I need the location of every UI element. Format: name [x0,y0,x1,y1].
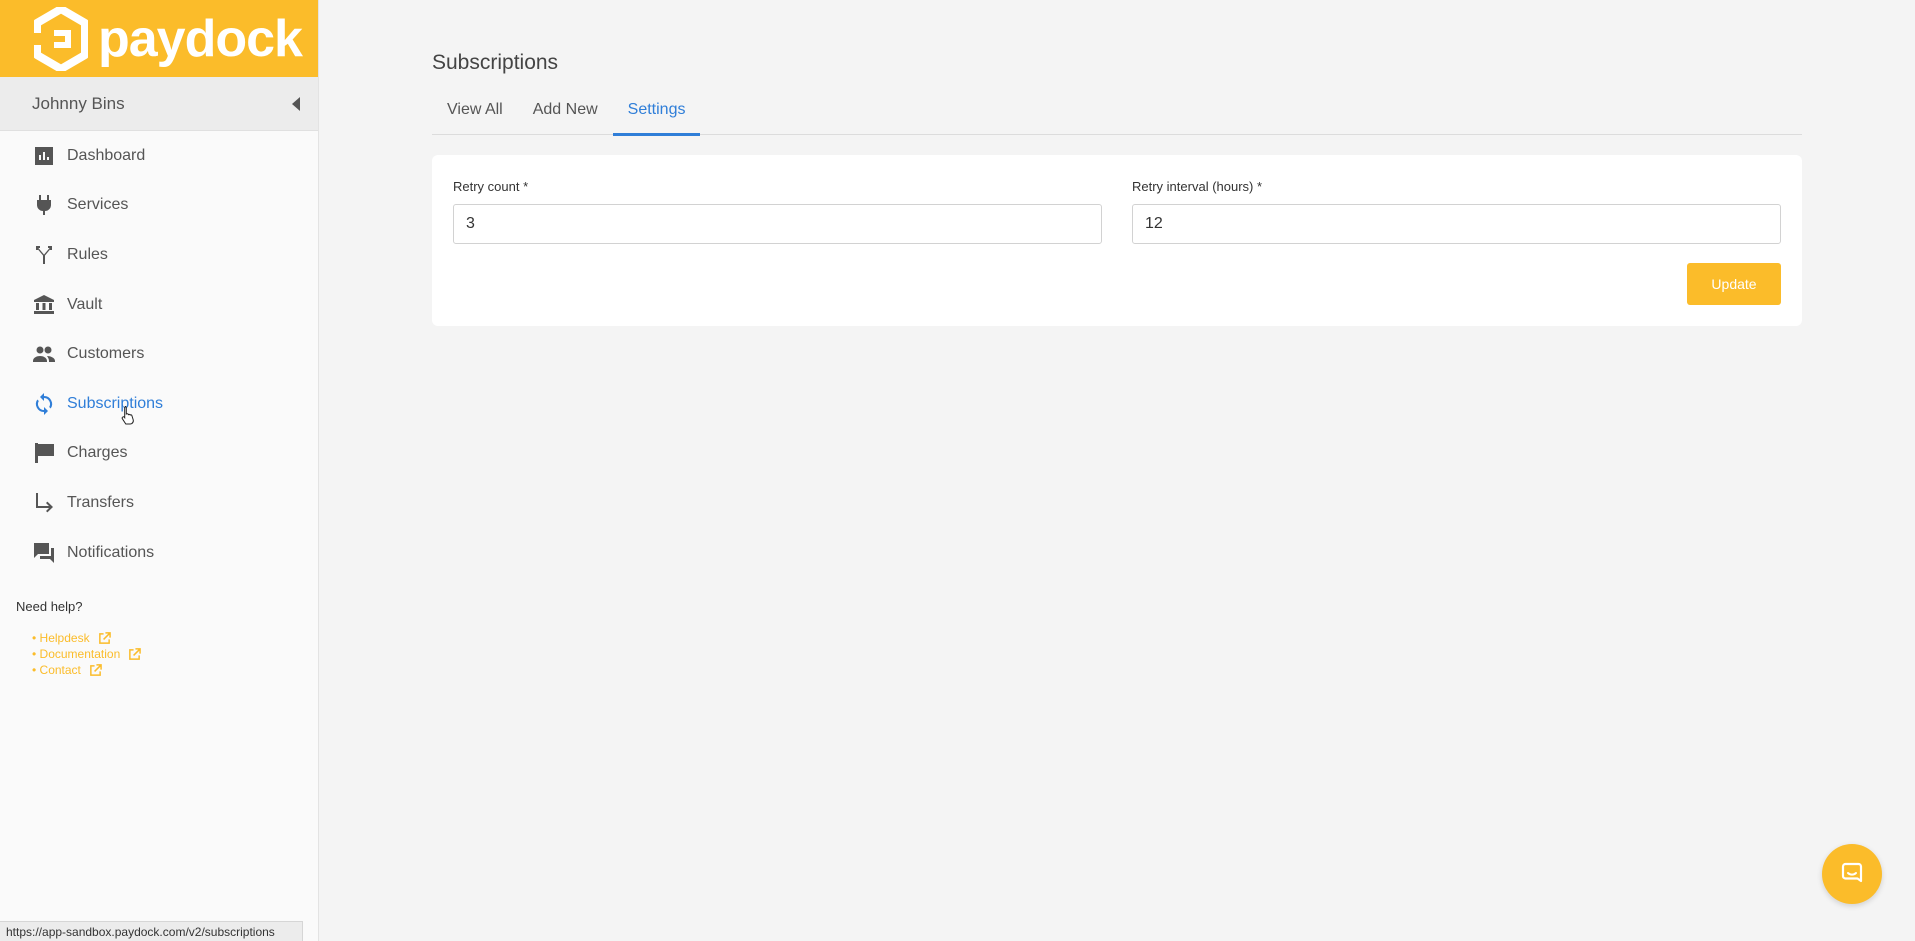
tab-add-new[interactable]: Add New [518,95,613,135]
sidebar-item-vault[interactable]: Vault [0,280,318,330]
sidebar-item-services[interactable]: Services [0,181,318,231]
external-link-icon [89,664,102,677]
help-link-helpdesk[interactable]: • Helpdesk [32,630,318,646]
sidebar-item-notifications[interactable]: Notifications [0,528,318,578]
tab-view-all[interactable]: View All [432,95,518,135]
sidebar-item-dashboard[interactable]: Dashboard [0,131,318,181]
page-title: Subscriptions [432,51,559,74]
retry-interval-field: Retry interval (hours) * [1132,179,1781,244]
sidebar-item-label: Services [67,196,129,214]
tab-bar: View All Add New Settings [432,95,1802,136]
chat-bubbles-icon [32,541,56,565]
chat-launcher-button[interactable] [1822,844,1882,904]
external-link-icon [98,632,111,645]
pointer-cursor-icon [121,406,134,425]
paydock-logo-icon [34,6,88,71]
sidebar: paydock Johnny Bins Dashboard Services R… [0,0,319,941]
tab-settings[interactable]: Settings [612,95,701,136]
user-bar[interactable]: Johnny Bins [0,77,318,131]
help-link-documentation[interactable]: • Documentation [32,646,318,662]
help-link-label: • Documentation [32,647,121,662]
external-link-icon [128,648,142,661]
sidebar-nav: Dashboard Services Rules Vault Customers [0,131,318,577]
settings-card: Retry count * Retry interval (hours) * U… [432,155,1802,326]
plug-icon [32,193,56,217]
sidebar-item-label: Subscriptions [67,394,164,412]
brand-name: paydock [98,9,303,68]
retry-interval-label: Retry interval (hours) * [1132,179,1263,194]
flag-icon [32,441,56,465]
sidebar-item-label: Transfers [67,493,134,511]
arrow-turn-icon [32,491,56,515]
help-links: • Helpdesk • Documentation • Contact [0,630,318,678]
chat-bubble-icon [1841,862,1863,883]
sidebar-item-label: Vault [67,295,103,313]
collapse-sidebar-icon[interactable] [292,96,300,111]
user-name: Johnny Bins [32,93,125,113]
sidebar-item-charges[interactable]: Charges [0,429,318,479]
sidebar-item-label: Customers [67,345,145,363]
sidebar-item-label: Notifications [67,543,155,561]
logo-bar[interactable]: paydock [0,0,318,77]
fork-icon [32,243,56,267]
bar-chart-icon [32,144,56,168]
sidebar-item-transfers[interactable]: Transfers [0,478,318,528]
refresh-icon [32,392,56,416]
help-link-label: • Contact [32,663,81,678]
sidebar-item-rules[interactable]: Rules [0,230,318,280]
sidebar-item-label: Dashboard [67,146,146,164]
help-link-contact[interactable]: • Contact [32,662,318,678]
retry-interval-input[interactable] [1132,204,1781,244]
sidebar-item-label: Charges [67,444,128,462]
sidebar-item-customers[interactable]: Customers [0,329,318,379]
retry-count-input[interactable] [453,204,1102,244]
help-link-label: • Helpdesk [32,631,90,646]
bank-icon [32,293,56,317]
retry-count-field: Retry count * [453,179,1102,244]
retry-count-label: Retry count * [453,179,529,194]
sidebar-item-label: Rules [67,245,108,263]
sidebar-item-subscriptions[interactable]: Subscriptions [0,379,318,429]
update-button[interactable]: Update [1687,263,1781,305]
status-bar-url: https://app-sandbox.paydock.com/v2/subsc… [0,921,303,941]
people-icon [32,342,56,366]
help-title: Need help? [16,599,83,615]
